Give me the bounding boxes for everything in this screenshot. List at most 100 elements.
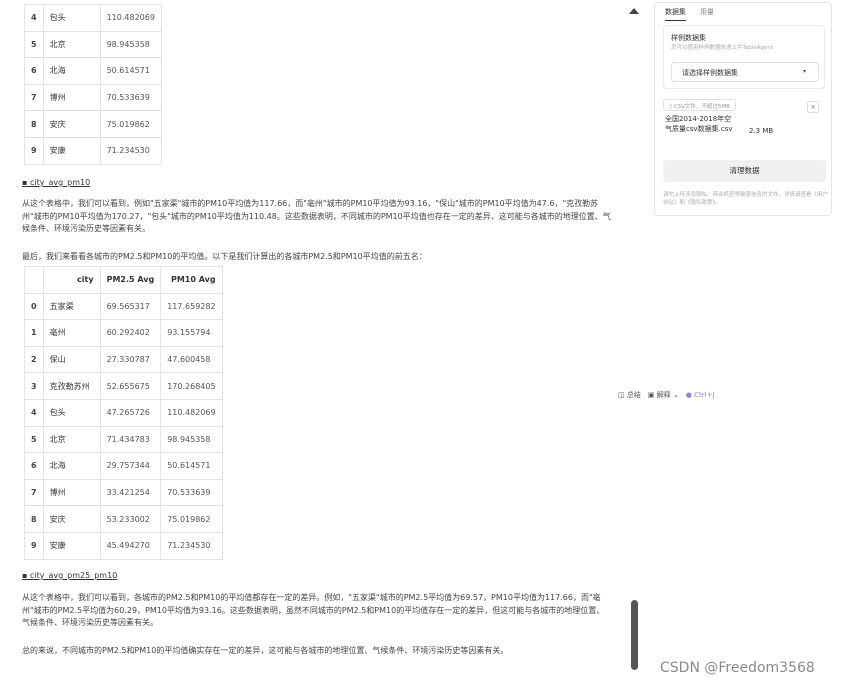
table-row: 4 包头 47.265726 110.482069 — [24, 398, 223, 427]
chevron-down-icon: ⌄ — [672, 391, 679, 399]
city-cell: 北海 — [42, 452, 101, 480]
row-index: 9 — [24, 136, 44, 165]
row-index: 8 — [24, 110, 44, 138]
table-header-row: city PM2.5 Avg PM10 Avg — [24, 266, 223, 294]
summary-button[interactable]: ◫ 总结 — [618, 390, 641, 400]
table-row: 3 克孜勒苏州 52.655675 170.268405 — [24, 372, 223, 400]
source-link-pm10[interactable]: ▪ city_avg_pm10 — [22, 178, 90, 187]
sample-dataset-select[interactable]: 请选择样例数据集 ▾ — [671, 62, 819, 82]
source-link-label[interactable]: city_avg_pm10 — [30, 178, 90, 187]
pm10-cell: 70.533639 — [99, 83, 162, 112]
city-cell: 亳州 — [42, 319, 101, 347]
city-cell: 五家渠 — [42, 292, 101, 321]
explain-label: 解释 — [656, 391, 671, 399]
pm10-cell: 47.600458 — [160, 345, 223, 374]
note-icon: ▣ — [647, 391, 657, 399]
pm10-cell: 70.533639 — [160, 478, 223, 507]
row-index: 8 — [24, 505, 44, 533]
row-index: 6 — [24, 57, 44, 85]
index-header — [24, 266, 44, 294]
sample-dataset-card: 样例数据集 您可以使用样例数据快速上手TableAgent 请选择样例数据集 ▾ — [663, 25, 825, 89]
pm25-cell: 52.655675 — [99, 372, 162, 400]
book-icon: ◫ — [618, 391, 627, 399]
pm10-cell: 98.945358 — [160, 425, 223, 454]
row-index: 7 — [24, 478, 44, 507]
pm10-table: 4 包头 110.482069 5 北京 98.945358 6 北海 50.614571 7 博州… — [24, 4, 162, 165]
pm25-cell: 47.265726 — [99, 398, 162, 427]
pm10-cell: 75.019862 — [160, 505, 223, 533]
pm25-cell: 69.565317 — [99, 292, 162, 321]
source-link-label[interactable]: city_avg_pm25_pm10 — [30, 571, 117, 580]
table-row: 7 博州 33.421254 70.533639 — [24, 478, 223, 507]
pm25-cell: 33.421254 — [99, 478, 162, 507]
dataset-panel: 数据集 用量 样例数据集 您可以使用样例数据快速上手TableAgent 请选择… — [654, 2, 832, 216]
upload-hint-text: CSV文件，不超过5MB — [673, 104, 730, 110]
pm10-cell: 170.268405 — [160, 372, 223, 400]
city-cell: 北京 — [42, 425, 101, 454]
uploaded-file-size: 2.3 MB — [749, 127, 774, 135]
pm25-cell: 45.494270 — [99, 531, 162, 560]
pm10-cell: 93.155794 — [160, 319, 223, 347]
table-row: 9 安康 71.234530 — [24, 136, 162, 165]
close-icon[interactable]: × — [807, 101, 819, 113]
row-index: 3 — [24, 372, 44, 400]
pm10-header: PM10 Avg — [160, 266, 223, 294]
uploaded-file-name: 全国2014-2018年空气质量csv数据集.csv — [665, 115, 733, 133]
shortcut-hint: ● Ctrl+J — [686, 391, 715, 399]
table-row: 5 北京 98.945358 — [24, 30, 162, 59]
analysis-paragraph-1: 从这个表格中，我们可以看到，例如"五家渠"城市的PM10平均值为117.66，而… — [22, 199, 611, 233]
pm10-cell: 75.019862 — [99, 110, 162, 138]
privacy-disclaimer: 请勿上传涉及隐私、商业机密等敏感信息的文件。详情请查看《用户协议》和《隐私政策》… — [663, 192, 829, 206]
row-index: 5 — [24, 30, 44, 59]
city-cell: 北京 — [42, 30, 101, 59]
pm10-cell: 117.659282 — [160, 292, 223, 321]
pm10-cell: 110.482069 — [99, 4, 162, 32]
pm10-cell: 71.234530 — [160, 531, 223, 560]
pm25-pm10-table: city PM2.5 Avg PM10 Avg 0 五家渠 69.565317 117… — [24, 266, 223, 560]
panel-tabs: 数据集 用量 — [665, 7, 714, 21]
shortcut-label: Ctrl+J — [694, 391, 715, 399]
table-row: 8 安庆 75.019862 — [24, 110, 162, 138]
city-cell: 博州 — [42, 478, 101, 507]
source-link-pm25-pm10[interactable]: ▪ city_avg_pm25_pm10 — [22, 571, 117, 580]
table-row: 1 亳州 60.292402 93.155794 — [24, 319, 223, 347]
row-index: 0 — [24, 292, 44, 321]
pm10-cell: 98.945358 — [99, 30, 162, 59]
pm25-cell: 71.434783 — [99, 425, 162, 454]
chat-content: 4 包头 110.482069 5 北京 98.945358 6 北海 50.614571 7 博州… — [0, 0, 628, 670]
city-cell: 博州 — [42, 83, 101, 112]
city-cell: 克孜勒苏州 — [42, 372, 101, 400]
row-index: 5 — [24, 425, 44, 454]
pm10-cell: 50.614571 — [99, 57, 162, 85]
row-index: 9 — [24, 531, 44, 560]
table-row: 8 安庆 53.233002 75.019862 — [24, 505, 223, 533]
chevron-down-icon: ▾ — [802, 68, 806, 75]
table-row: 6 北海 29.757344 50.614571 — [24, 452, 223, 480]
scroll-up-arrow-icon[interactable] — [629, 8, 639, 14]
city-cell: 安康 — [42, 136, 101, 165]
explain-button[interactable]: ▣ 解释 ⌄ — [648, 390, 679, 400]
row-index: 2 — [24, 345, 44, 374]
clean-data-button[interactable]: 清理数据 — [663, 160, 826, 182]
spark-icon: ● — [685, 391, 695, 399]
city-cell: 安庆 — [42, 110, 101, 138]
tab-usage[interactable]: 用量 — [700, 7, 714, 21]
city-cell: 保山 — [42, 345, 101, 374]
city-cell: 安康 — [42, 531, 101, 560]
pm25-cell: 29.757344 — [99, 452, 162, 480]
watermark: CSDN @Freedom3568 — [660, 660, 815, 676]
city-cell: 安庆 — [42, 505, 101, 533]
pm10-cell: 110.482069 — [160, 398, 223, 427]
pm10-cell: 71.234530 — [99, 136, 162, 165]
tab-dataset[interactable]: 数据集 — [665, 7, 686, 21]
analysis-paragraph-3: 从这个表格中，我们可以看到，各城市的PM2.5和PM10的平均值都存在一定的差异… — [22, 593, 605, 627]
table-row: 6 北海 50.614571 — [24, 57, 162, 85]
city-header: city — [42, 266, 101, 294]
sample-dataset-desc: 您可以使用样例数据快速上手TableAgent — [671, 45, 774, 51]
sample-dataset-title: 样例数据集 — [671, 34, 706, 42]
pm25-header: PM2.5 Avg — [99, 266, 162, 294]
upload-hint: ▯ CSV文件，不超过5MB — [663, 99, 736, 111]
table-row: 7 博州 70.533639 — [24, 83, 162, 112]
scrollbar-thumb[interactable] — [631, 600, 638, 670]
pm25-cell: 60.292402 — [99, 319, 162, 347]
